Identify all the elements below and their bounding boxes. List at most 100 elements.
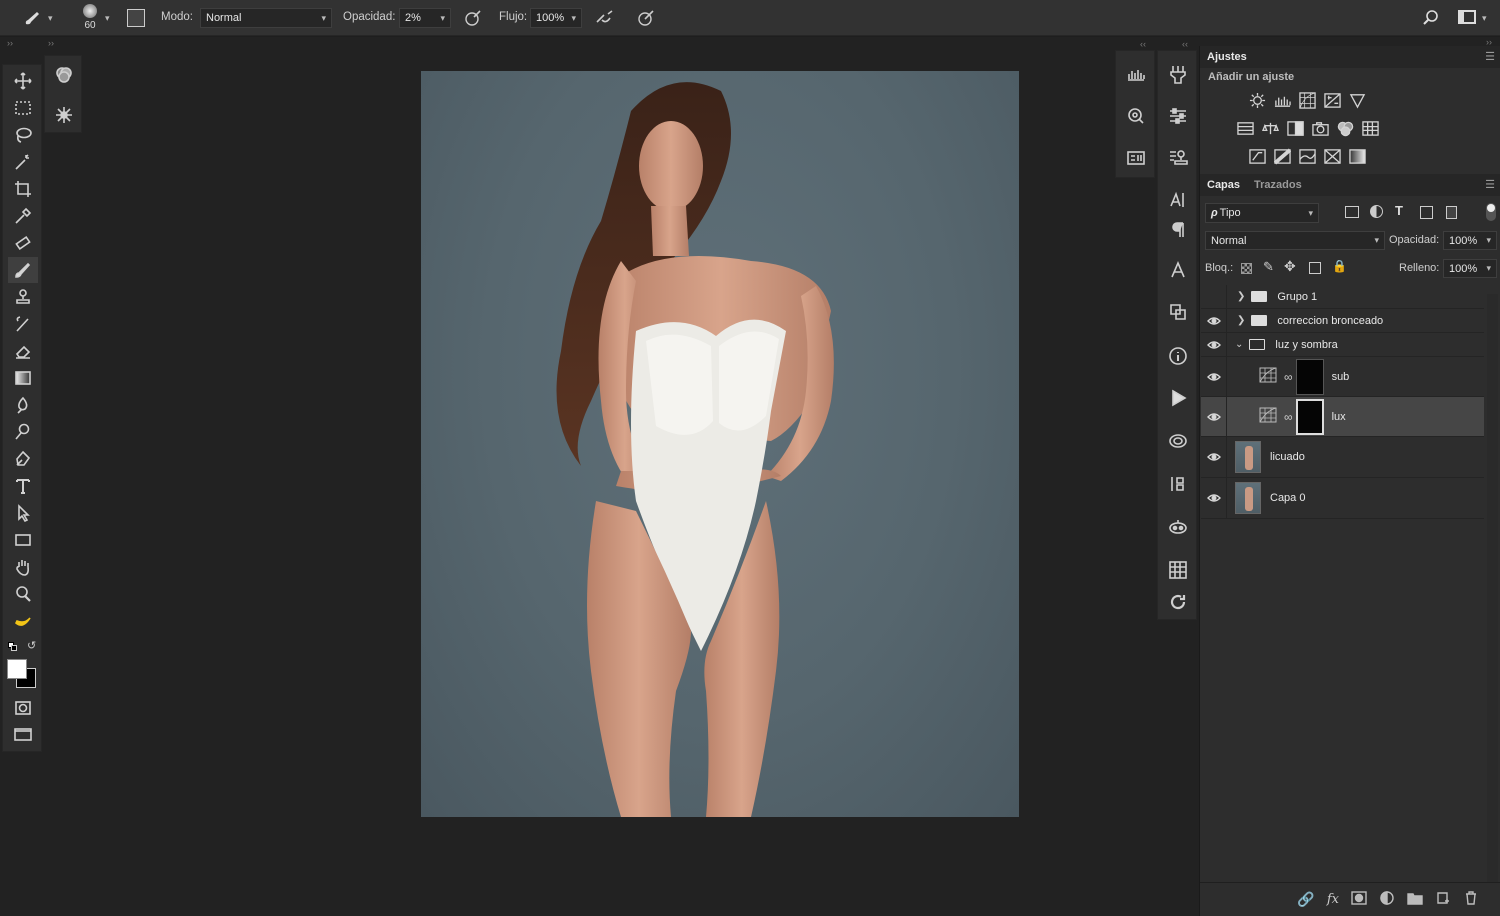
tool-presets-icon[interactable] <box>1163 59 1193 89</box>
pen-tool-icon[interactable] <box>8 446 38 472</box>
layer-row-correccion-bronceado[interactable]: ❯ correccion bronceado <box>1201 309 1484 333</box>
filter-type-icon[interactable]: T <box>1395 203 1403 218</box>
dodge-tool-icon[interactable] <box>8 419 38 445</box>
3d-icon[interactable] <box>1163 512 1193 542</box>
layers-scrollbar[interactable] <box>1487 294 1498 914</box>
healing-brush-tool-icon[interactable] <box>8 230 38 256</box>
adjustments-tab[interactable]: Ajustes <box>1200 51 1254 63</box>
add-mask-icon[interactable] <box>1351 890 1367 909</box>
banana-icon[interactable] <box>8 608 38 634</box>
move-tool-icon[interactable] <box>8 68 38 94</box>
layer-style-fx-icon[interactable]: fx <box>1327 892 1339 907</box>
properties-icon[interactable] <box>1121 143 1151 173</box>
brush-settings-icon[interactable] <box>49 100 79 130</box>
visibility-eye-icon[interactable] <box>1201 309 1227 332</box>
vibrance-icon[interactable] <box>1348 91 1366 109</box>
tab-capas[interactable]: Capas <box>1200 179 1247 191</box>
layer-mask-thumbnail[interactable] <box>1295 358 1324 395</box>
info-icon[interactable] <box>1163 341 1193 371</box>
new-adjustment-layer-icon[interactable] <box>1379 890 1395 909</box>
layer-thumbnail[interactable] <box>1235 441 1261 473</box>
screen-mode-icon[interactable] <box>8 721 38 747</box>
fill-field[interactable]: 100% ▾ <box>1443 259 1497 278</box>
layer-name[interactable]: Capa 0 <box>1270 492 1305 504</box>
visibility-eye-icon[interactable] <box>1201 357 1227 396</box>
layer-filter-dropdown[interactable]: ρ Tipo ▾ <box>1205 203 1319 223</box>
layer-name[interactable]: correccion bronceado <box>1277 315 1383 327</box>
mode-dropdown[interactable]: Normal ▾ <box>200 8 332 28</box>
visibility-eye-icon[interactable] <box>1201 397 1227 436</box>
filter-adjustment-icon[interactable] <box>1370 205 1383 218</box>
layer-name[interactable]: luz y sombra <box>1275 339 1337 351</box>
history-brush-tool-icon[interactable] <box>8 311 38 337</box>
gradient-map-icon[interactable] <box>1348 147 1366 165</box>
gradient-tool-icon[interactable] <box>8 365 38 391</box>
new-group-icon[interactable] <box>1407 890 1423 909</box>
layer-row-capa-0[interactable]: Capa 0 <box>1201 478 1484 519</box>
panel-menu-icon[interactable]: ☰ <box>1485 178 1495 191</box>
brush-tool-icon[interactable] <box>8 257 38 283</box>
expand-chevron-icon[interactable]: ❯ <box>1237 291 1245 302</box>
panel-menu-icon[interactable]: ☰ <box>1485 50 1495 63</box>
flow-field[interactable]: 100% ▾ <box>530 8 582 28</box>
blend-mode-dropdown[interactable]: Normal ▾ <box>1205 231 1385 250</box>
lock-artboard-icon[interactable] <box>1309 262 1321 274</box>
exposure-icon[interactable] <box>1323 91 1341 109</box>
invert-icon[interactable] <box>1248 147 1266 165</box>
clone-stamp-tool-icon[interactable] <box>8 284 38 310</box>
layer-name[interactable]: sub <box>1332 371 1350 383</box>
brush-settings-panel-icon[interactable] <box>127 9 145 27</box>
layer-row-grupo-1[interactable]: ❯ Grupo 1 <box>1201 285 1484 309</box>
brush-preset-picker[interactable]: 60 <box>78 4 102 34</box>
crop-tool-icon[interactable] <box>8 176 38 202</box>
libraries-icon[interactable] <box>1163 426 1193 456</box>
delete-layer-icon[interactable] <box>1463 890 1479 909</box>
eyedropper-tool-icon[interactable] <box>8 203 38 229</box>
layer-name[interactable]: licuado <box>1270 451 1305 463</box>
workspace-switcher-icon[interactable] <box>1458 10 1476 24</box>
brush-tool-icon[interactable] <box>22 9 42 30</box>
hand-tool-icon[interactable] <box>8 554 38 580</box>
foreground-color-swatch[interactable] <box>7 659 27 679</box>
blur-tool-icon[interactable] <box>8 392 38 418</box>
brush-picker-chevron-icon[interactable]: ▾ <box>105 13 110 24</box>
layer-opacity-field[interactable]: 100% ▾ <box>1443 231 1497 250</box>
brightness-contrast-icon[interactable] <box>1248 91 1266 109</box>
paragraph-icon[interactable] <box>1163 215 1193 245</box>
layer-thumbnail[interactable] <box>1235 482 1261 514</box>
curves-icon[interactable] <box>1298 91 1316 109</box>
filter-toggle-switch[interactable] <box>1486 203 1496 221</box>
layer-row-sub[interactable]: ∞ sub <box>1201 357 1484 397</box>
lock-pixels-icon[interactable]: ✎ <box>1263 259 1274 275</box>
collapse-mini-panel-icon[interactable]: ›› <box>48 38 54 48</box>
navigator-icon[interactable] <box>1121 101 1151 131</box>
history-icon[interactable] <box>1163 587 1193 617</box>
visibility-eye-icon[interactable] <box>1201 333 1227 356</box>
black-white-icon[interactable] <box>1286 119 1304 137</box>
zoom-tool-icon[interactable] <box>8 581 38 607</box>
workspace-chevron-icon[interactable]: ▾ <box>1482 13 1487 24</box>
chain-link-icon[interactable]: ∞ <box>1284 370 1293 384</box>
canvas-document-image[interactable] <box>421 71 1019 817</box>
pressure-size-icon[interactable] <box>636 8 656 31</box>
type-tool-icon[interactable] <box>8 473 38 499</box>
collapse-dock-icon[interactable]: ‹‹ <box>1182 39 1188 49</box>
layer-row-licuado[interactable]: licuado <box>1201 437 1484 478</box>
expand-chevron-icon[interactable]: ❯ <box>1237 315 1245 326</box>
layer-name[interactable]: Grupo 1 <box>1277 291 1317 303</box>
lock-all-icon[interactable]: 🔒 <box>1332 259 1347 273</box>
actions-play-icon[interactable] <box>1163 383 1193 413</box>
collapse-chevron-icon[interactable]: ⌄ <box>1235 339 1243 350</box>
layer-mask-thumbnail[interactable] <box>1295 398 1324 435</box>
color-balance-icon[interactable] <box>1261 119 1279 137</box>
swap-colors-icon[interactable]: ↺ <box>27 639 36 652</box>
clone-source-icon[interactable] <box>1163 143 1193 173</box>
layer-row-lux[interactable]: ∞ lux <box>1201 397 1484 437</box>
airbrush-icon[interactable] <box>594 8 616 31</box>
lasso-tool-icon[interactable] <box>8 122 38 148</box>
lock-position-icon[interactable]: ✥ <box>1284 258 1296 275</box>
photo-filter-icon[interactable] <box>1311 119 1329 137</box>
collapse-dock-icon[interactable]: ‹‹ <box>1140 39 1146 49</box>
collapse-toolbar-icon[interactable]: ›› <box>7 38 13 48</box>
adjustments-sliders-icon[interactable] <box>1163 101 1193 131</box>
